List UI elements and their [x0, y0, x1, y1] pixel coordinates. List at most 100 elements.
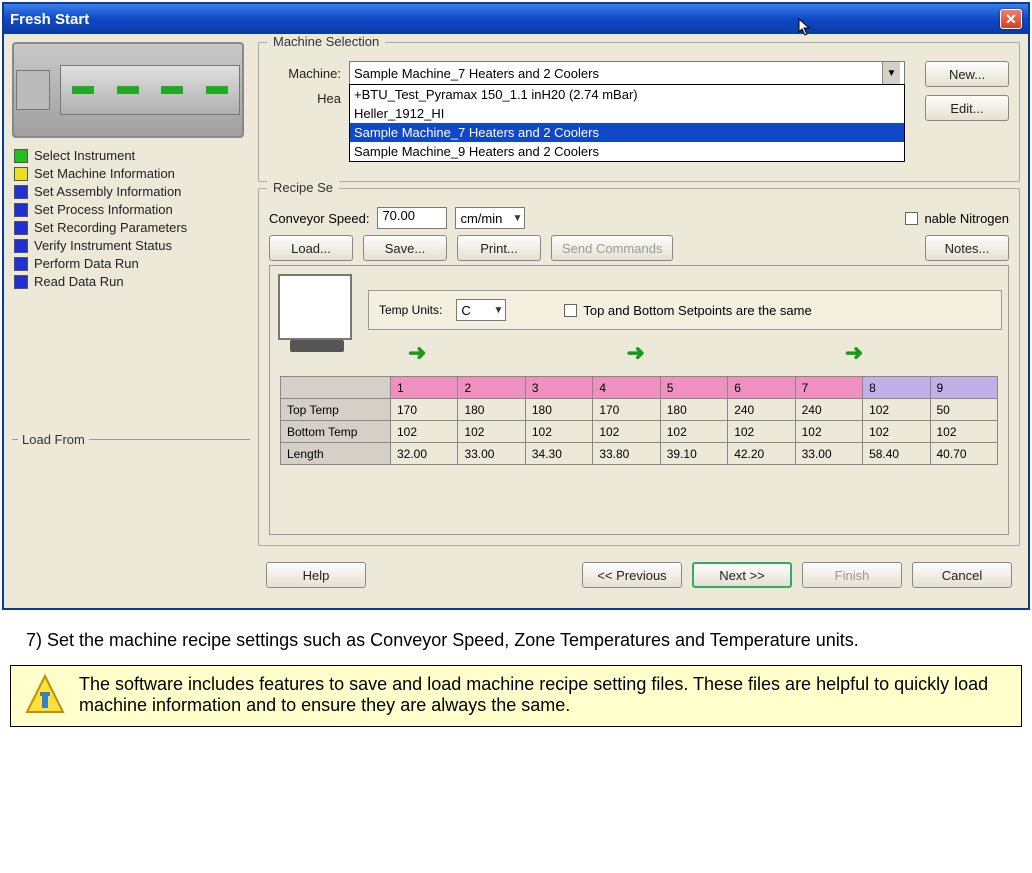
bottom-temp-cell[interactable]: 102 — [593, 421, 660, 443]
zone-header-3: 3 — [525, 377, 592, 399]
length-cell[interactable]: 42.20 — [728, 443, 795, 465]
wizard-step-list: Select Instrument Set Machine Informatio… — [12, 144, 250, 293]
enable-nitrogen-checkbox[interactable]: nable Nitrogen — [905, 211, 1009, 226]
arrow-right-icon: ➜ — [845, 340, 863, 366]
bottom-temp-cell[interactable]: 102 — [930, 421, 998, 443]
tip-icon — [23, 674, 67, 718]
bottom-temp-cell[interactable]: 102 — [728, 421, 795, 443]
top-temp-cell[interactable]: 240 — [795, 399, 862, 421]
load-recipe-button[interactable]: Load... — [269, 235, 353, 261]
bottom-temp-cell[interactable]: 102 — [863, 421, 930, 443]
bottom-temp-cell[interactable]: 102 — [660, 421, 727, 443]
machine-thumbnail — [12, 42, 244, 138]
zones-panel: Temp Units: C▼ Top and Bottom Setpoints … — [269, 265, 1009, 535]
arrow-right-icon: ➜ — [408, 340, 426, 366]
step-verify-instrument[interactable]: Verify Instrument Status — [14, 238, 248, 253]
top-temp-cell[interactable]: 170 — [391, 399, 458, 421]
conveyor-unit-select[interactable]: cm/min▼ — [455, 207, 525, 229]
bottom-temp-cell[interactable]: 102 — [525, 421, 592, 443]
zone-header-1: 1 — [391, 377, 458, 399]
step-set-process-info[interactable]: Set Process Information — [14, 202, 248, 217]
same-setpoints-checkbox[interactable]: Top and Bottom Setpoints are the same — [564, 303, 811, 318]
close-button[interactable]: ✕ — [1000, 9, 1022, 29]
zone-header-row: 1 2 3 4 5 6 7 8 9 — [281, 377, 998, 399]
machine-option-0[interactable]: +BTU_Test_Pyramax 150_1.1 inH20 (2.74 mB… — [350, 85, 904, 104]
length-cell[interactable]: 58.40 — [863, 443, 930, 465]
temp-units-select[interactable]: C▼ — [456, 299, 506, 321]
machine-combo[interactable]: Sample Machine_7 Heaters and 2 Coolers ▼… — [349, 61, 905, 85]
titlebar: Fresh Start ✕ — [4, 4, 1028, 34]
bottom-temp-cell[interactable]: 102 — [795, 421, 862, 443]
finish-button: Finish — [802, 562, 902, 588]
zone-header-8: 8 — [863, 377, 930, 399]
chevron-down-icon: ▼ — [493, 305, 503, 316]
instruction-step-7: 7) Set the machine recipe settings such … — [0, 612, 1032, 659]
machine-label: Machine: — [269, 66, 341, 81]
top-temp-cell[interactable]: 170 — [593, 399, 660, 421]
direction-arrows: ➜ ➜ ➜ — [368, 330, 1002, 376]
top-temp-cell[interactable]: 180 — [660, 399, 727, 421]
heater-label: Hea — [269, 91, 341, 106]
length-cell[interactable]: 39.10 — [660, 443, 727, 465]
top-temp-row: Top Temp 170 180 180 170 180 240 240 102… — [281, 399, 998, 421]
zone-header-4: 4 — [593, 377, 660, 399]
step-set-assembly-info[interactable]: Set Assembly Information — [14, 184, 248, 199]
machine-option-3[interactable]: Sample Machine_9 Heaters and 2 Coolers — [350, 142, 904, 161]
chevron-down-icon: ▼ — [882, 62, 900, 84]
top-temp-cell[interactable]: 240 — [728, 399, 795, 421]
zone-header-5: 5 — [660, 377, 727, 399]
top-temp-cell[interactable]: 180 — [458, 399, 525, 421]
length-cell[interactable]: 33.00 — [458, 443, 525, 465]
wizard-nav-row: Help << Previous Next >> Finish Cancel — [258, 552, 1020, 600]
zone-header-2: 2 — [458, 377, 525, 399]
zone-header-6: 6 — [728, 377, 795, 399]
length-row: Length 32.00 33.00 34.30 33.80 39.10 42.… — [281, 443, 998, 465]
cancel-button[interactable]: Cancel — [912, 562, 1012, 588]
step-select-instrument[interactable]: Select Instrument — [14, 148, 248, 163]
length-cell[interactable]: 33.80 — [593, 443, 660, 465]
right-column: Machine Selection Machine: Sample Machin… — [258, 42, 1020, 600]
recipe-settings-title: Recipe Se — [267, 180, 339, 195]
step-read-data-run[interactable]: Read Data Run — [14, 274, 248, 289]
bottom-temp-row: Bottom Temp 102 102 102 102 102 102 102 … — [281, 421, 998, 443]
step-perform-data-run[interactable]: Perform Data Run — [14, 256, 248, 271]
length-cell[interactable]: 33.00 — [795, 443, 862, 465]
bottom-temp-cell[interactable]: 102 — [458, 421, 525, 443]
zone-header-7: 7 — [795, 377, 862, 399]
top-temp-cell[interactable]: 180 — [525, 399, 592, 421]
machine-selection-group: Machine Selection Machine: Sample Machin… — [258, 42, 1020, 182]
dialog-window: Fresh Start ✕ Select Instrument Set Mach… — [2, 2, 1030, 610]
next-button[interactable]: Next >> — [692, 562, 792, 588]
length-cell[interactable]: 40.70 — [930, 443, 998, 465]
machine-option-1[interactable]: Heller_1912_HI — [350, 104, 904, 123]
help-button[interactable]: Help — [266, 562, 366, 588]
zone-header-9: 9 — [930, 377, 998, 399]
machine-combo-value: Sample Machine_7 Heaters and 2 Coolers — [354, 66, 882, 81]
length-cell[interactable]: 34.30 — [525, 443, 592, 465]
length-cell[interactable]: 32.00 — [391, 443, 458, 465]
step-set-recording-params[interactable]: Set Recording Parameters — [14, 220, 248, 235]
conveyor-speed-input[interactable]: 70.00 — [377, 207, 447, 229]
print-recipe-button[interactable]: Print... — [457, 235, 541, 261]
previous-button[interactable]: << Previous — [582, 562, 682, 588]
edit-machine-button[interactable]: Edit... — [925, 95, 1009, 121]
dialog-content: Select Instrument Set Machine Informatio… — [4, 34, 1028, 608]
save-recipe-button[interactable]: Save... — [363, 235, 447, 261]
machine-dropdown-list[interactable]: +BTU_Test_Pyramax 150_1.1 inH20 (2.74 mB… — [349, 84, 905, 162]
window-title: Fresh Start — [10, 11, 89, 28]
chevron-down-icon: ▼ — [513, 213, 523, 224]
step-set-machine-info[interactable]: Set Machine Information — [14, 166, 248, 181]
machine-option-2[interactable]: Sample Machine_7 Heaters and 2 Coolers — [350, 123, 904, 142]
tip-text: The software includes features to save a… — [79, 674, 1009, 716]
new-machine-button[interactable]: New... — [925, 61, 1009, 87]
temp-units-panel: Temp Units: C▼ Top and Bottom Setpoints … — [368, 290, 1002, 330]
load-from-label: Load From — [18, 432, 89, 447]
notes-button[interactable]: Notes... — [925, 235, 1009, 261]
top-temp-cell[interactable]: 102 — [863, 399, 930, 421]
top-temp-cell[interactable]: 50 — [930, 399, 998, 421]
bottom-temp-cell[interactable]: 102 — [391, 421, 458, 443]
left-column: Select Instrument Set Machine Informatio… — [12, 42, 250, 600]
close-icon: ✕ — [1005, 11, 1017, 28]
monitor-icon — [278, 274, 352, 340]
recipe-settings-group: Recipe Se Conveyor Speed: 70.00 cm/min▼ … — [258, 188, 1020, 546]
